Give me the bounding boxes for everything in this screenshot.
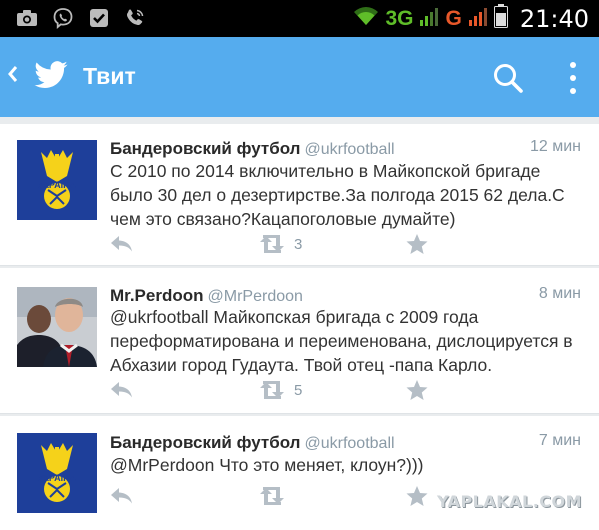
tweet-text: @ukrfootball Майкопская бригада с 2009 г… [110,307,573,375]
search-icon[interactable] [492,62,524,94]
retweet-button[interactable]: 5 [258,378,302,402]
avatar[interactable]: УКРАЇНА [17,433,97,513]
retweet-count: 3 [294,235,303,253]
tweet[interactable]: УКРАЇНА Бандеровский футбол @ukrfootball … [0,124,599,266]
watermark: YAPLAKAL.COM [437,492,583,511]
tweet[interactable]: Mr.Perdoon @MrPerdoon 8 мин @ukrfootball … [0,268,599,414]
tweet-actions: 3 [110,232,440,256]
app-bar: Твит [0,37,599,117]
retweet-button[interactable]: 3 [258,232,302,256]
author-handle[interactable]: @ukrfootball [304,435,394,452]
tweet-header: Mr.Perdoon @MrPerdoon [110,286,303,306]
tweet-time: 12 мин [529,138,581,155]
author-name[interactable]: Mr.Perdoon [110,286,204,305]
twitter-bird-icon[interactable] [33,61,69,91]
retweet-button[interactable] [258,484,294,508]
viber-icon [52,8,74,29]
more-vertical-icon[interactable] [568,61,578,95]
reply-icon[interactable] [110,378,134,402]
avatar[interactable] [17,287,97,367]
ukraine-crest-icon: УКРАЇНА [17,433,97,513]
tweet-header: Бандеровский футбол @ukrfootball [110,433,395,453]
crest-label: УКРАЇНА [38,180,77,190]
author-handle[interactable]: @MrPerdoon [208,288,303,305]
retweet-icon [260,487,284,505]
author-name[interactable]: Бандеровский футбол [110,433,300,452]
tweet-text: С 2010 по 2014 включительно в Майкопской… [110,161,565,229]
author-name[interactable]: Бандеровский футбол [110,139,300,158]
battery-icon [493,4,508,33]
tweet-time: 8 мин [538,285,581,302]
network-type-g: G [445,6,462,30]
tweet-text: @MrPerdoon Что это меняет, клоун?))) [110,455,424,475]
signal-icon [419,5,439,32]
screen-title: Твит [83,63,136,89]
ukraine-crest-icon: УКРАЇНА [17,140,97,220]
retweet-count: 5 [294,381,303,399]
avatar[interactable]: УКРАЇНА [17,140,97,220]
tweet-actions: 5 [110,378,440,402]
retweet-icon [260,381,284,399]
checkbox-icon [88,8,110,28]
favorite-star-icon[interactable] [406,378,428,402]
phone-icon [124,8,146,28]
status-bar: 3G G 21:40 [0,0,599,37]
signal-icon-2 [468,5,488,32]
tweet-actions [110,484,440,508]
chevron-left-icon[interactable] [7,63,19,91]
reply-icon[interactable] [110,232,134,256]
favorite-star-icon[interactable] [406,484,428,508]
screen: 3G G 21:40 Твит УКРАЇНА Бандеровский фут… [0,0,599,530]
clock: 21:40 [519,4,589,33]
tweet-header: Бандеровский футбол @ukrfootball [110,139,395,159]
reply-icon[interactable] [110,484,134,508]
tweet[interactable]: УКРАЇНА Бандеровский футбол @ukrfootball … [0,416,599,530]
favorite-star-icon[interactable] [406,232,428,256]
profile-photo [17,287,97,367]
crest-label: УКРАЇНА [38,473,77,483]
screenshot-icon [16,8,38,28]
network-type-3g: 3G [385,6,414,30]
tweet-time: 7 мин [538,432,581,449]
wifi-icon [353,5,379,32]
author-handle[interactable]: @ukrfootball [304,141,394,158]
retweet-icon [260,235,284,253]
